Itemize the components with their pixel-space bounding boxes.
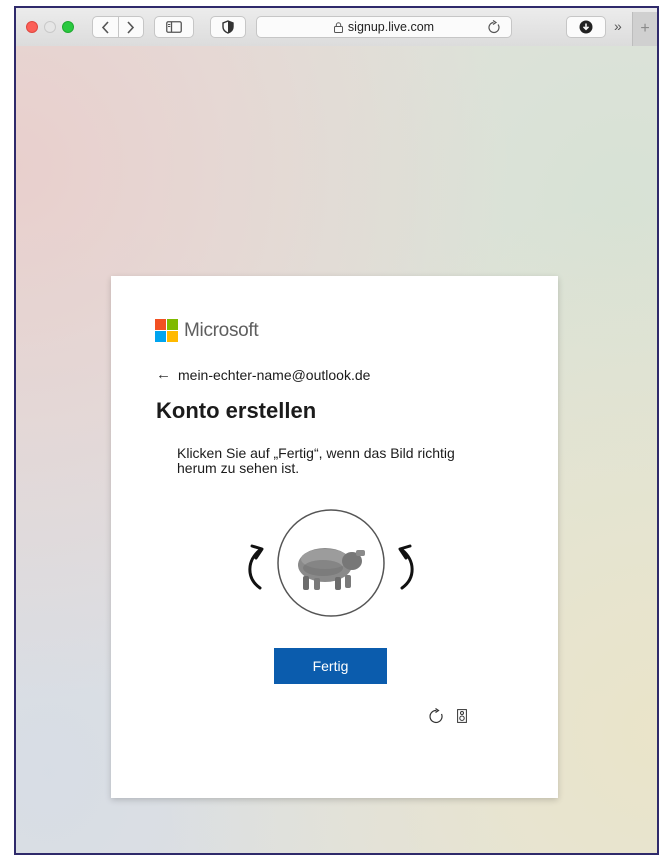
- reload-challenge-icon[interactable]: [429, 707, 445, 725]
- reload-icon: [488, 20, 500, 34]
- page-background: Microsoft ← mein-echter-name@outlook.de …: [16, 46, 657, 853]
- signup-card: Microsoft ← mein-echter-name@outlook.de …: [111, 276, 558, 798]
- microsoft-logo-icon: [155, 319, 178, 342]
- account-email: mein-echter-name@outlook.de: [178, 366, 371, 383]
- zoom-window-button[interactable]: [62, 21, 74, 33]
- close-window-button[interactable]: [26, 21, 38, 33]
- navigation-buttons: [92, 16, 144, 38]
- rotate-right-icon[interactable]: [398, 544, 414, 590]
- privacy-shield-button[interactable]: [210, 16, 246, 38]
- new-tab-button[interactable]: +: [632, 12, 657, 46]
- url-text: signup.live.com: [347, 20, 435, 34]
- download-icon: [579, 20, 593, 34]
- minimize-window-button[interactable]: [44, 21, 56, 33]
- done-button[interactable]: Fertig: [274, 648, 387, 684]
- microsoft-logo: Microsoft: [155, 319, 259, 342]
- sidebar-icon: [166, 21, 182, 33]
- downloads-button[interactable]: [566, 16, 606, 38]
- chevron-left-icon: [101, 20, 109, 34]
- audio-challenge-icon[interactable]: [457, 709, 467, 723]
- reload-page-button[interactable]: [487, 19, 501, 38]
- more-toolbar-items-button[interactable]: »: [614, 18, 622, 34]
- browser-window: signup.live.com » + Microsoft ← mein-ech…: [14, 6, 659, 855]
- back-button[interactable]: [93, 17, 118, 37]
- address-bar[interactable]: signup.live.com: [256, 16, 512, 38]
- rotate-left-icon[interactable]: [248, 544, 264, 590]
- challenge-options: [429, 707, 467, 725]
- browser-toolbar: signup.live.com » +: [16, 8, 657, 47]
- shield-icon: [222, 20, 234, 34]
- page-title: Konto erstellen: [156, 398, 317, 423]
- instruction-text: Klicken Sie auf „Fertig“, wenn das Bild …: [177, 445, 455, 476]
- lock-icon: [333, 21, 343, 33]
- identity-banner[interactable]: ← mein-echter-name@outlook.de: [156, 366, 370, 383]
- rotation-puzzle: [241, 508, 421, 618]
- sidebar-button[interactable]: [154, 16, 194, 38]
- chevron-right-icon: [127, 20, 135, 34]
- back-arrow-icon[interactable]: ←: [156, 366, 171, 383]
- brand-name: Microsoft: [184, 319, 259, 341]
- forward-button[interactable]: [117, 17, 144, 37]
